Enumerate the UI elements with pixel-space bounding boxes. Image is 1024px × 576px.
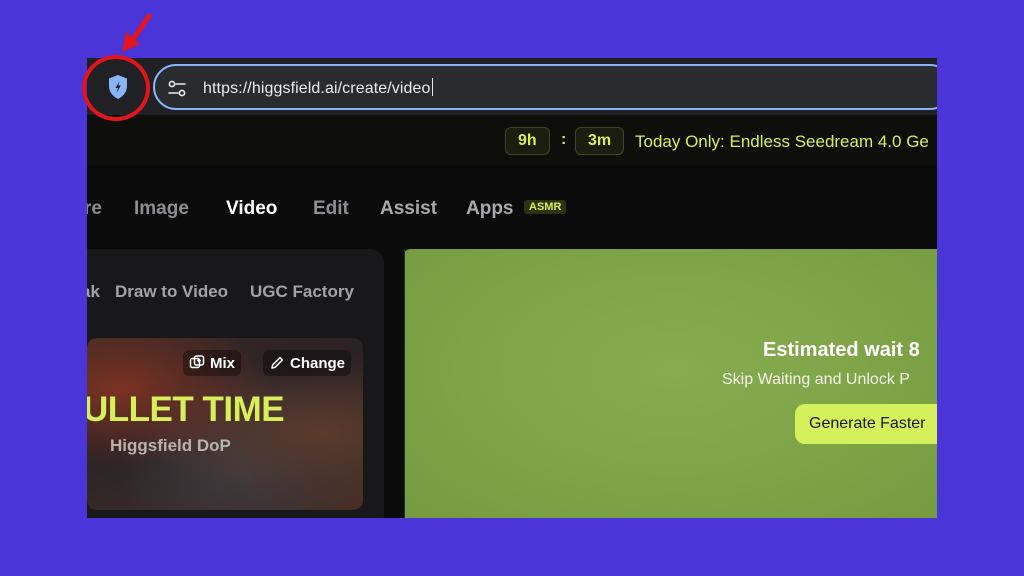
main-nav: re Image Video Edit Assist Apps ASMR: [87, 165, 937, 247]
card-subtitle: Higgsfield DoP: [110, 436, 231, 455]
card-title: ULLET TIME: [87, 390, 285, 429]
mix-button[interactable]: Mix: [183, 350, 242, 376]
url-input[interactable]: https://higgsfield.ai/create/video: [203, 78, 433, 98]
panel-divider: [404, 249, 405, 518]
url-bar[interactable]: https://higgsfield.ai/create/video: [153, 64, 937, 110]
sub-tab-partial[interactable]: ak: [87, 282, 100, 302]
nav-item-assist[interactable]: Assist: [380, 198, 437, 220]
mix-icon: [189, 355, 205, 369]
asmr-badge: ASMR: [524, 200, 567, 214]
browser-toolbar: https://higgsfield.ai/create/video: [87, 58, 937, 115]
nav-item-image[interactable]: Image: [134, 198, 189, 220]
promo-text[interactable]: Today Only: Endless Seedream 4.0 Ge: [635, 132, 929, 152]
annotation-circle: [82, 55, 150, 121]
generate-faster-button[interactable]: Generate Faster: [795, 404, 937, 444]
nav-item-explore[interactable]: re: [87, 198, 102, 220]
promo-banner: 9h : 3m Today Only: Endless Seedream 4.0…: [87, 115, 937, 165]
timer-minutes: 3m: [575, 127, 625, 155]
pencil-icon: [271, 356, 284, 369]
estimated-wait-title: Estimated wait 8: [763, 339, 920, 361]
nav-item-video[interactable]: Video: [226, 198, 277, 220]
mix-label: Mix: [210, 354, 236, 372]
url-value: https://higgsfield.ai/create/video: [203, 80, 431, 97]
sub-tab-draw-to-video[interactable]: Draw to Video: [115, 282, 228, 302]
text-caret: [431, 78, 433, 96]
timer-separator: :: [561, 131, 567, 148]
annotation-arrow: [122, 13, 152, 52]
change-label: Change: [290, 354, 346, 372]
nav-item-edit[interactable]: Edit: [313, 198, 349, 220]
preset-card[interactable]: Mix Change ULLET TIME Higgsfield DoP: [87, 338, 363, 510]
browser-screenshot: https://higgsfield.ai/create/video 9h : …: [87, 58, 937, 518]
tune-icon[interactable]: [167, 79, 187, 99]
change-button[interactable]: Change: [263, 350, 352, 376]
timer-hours: 9h: [505, 127, 550, 155]
skip-waiting-text: Skip Waiting and Unlock P: [722, 371, 910, 388]
sub-tab-ugc-factory[interactable]: UGC Factory: [250, 282, 354, 302]
nav-item-apps[interactable]: Apps: [466, 198, 514, 220]
